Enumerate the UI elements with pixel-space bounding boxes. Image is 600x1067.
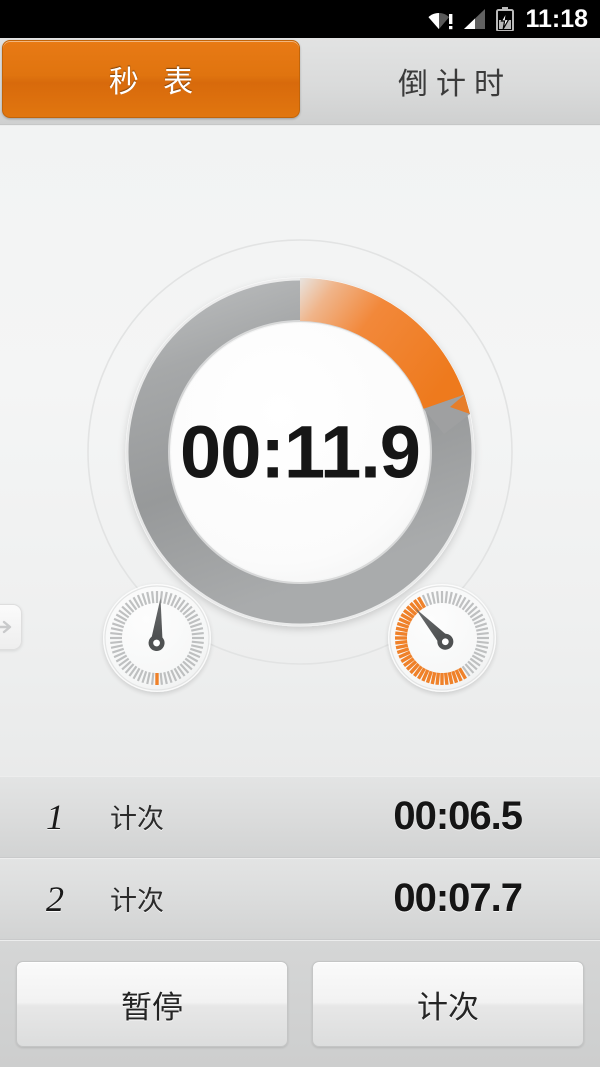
tab-countdown[interactable]: 倒计时 [302, 38, 600, 124]
lap-list: 1 计次 00:06.5 2 计次 00:07.7 [0, 776, 600, 940]
seconds-subdial[interactable] [388, 584, 496, 692]
lap-index: 1 [46, 796, 64, 837]
lap-label: 计次 [110, 804, 164, 834]
minutes-subdial[interactable] [103, 584, 211, 692]
drawer-handle[interactable] [0, 604, 22, 650]
status-bar-clock: 11:18 [525, 4, 588, 33]
status-bar-icons [428, 7, 515, 32]
stopwatch-graphic: 00:11.9 [87, 239, 513, 692]
lap-button[interactable]: 计次 [312, 961, 584, 1047]
wifi-icon [428, 8, 454, 30]
lap-index: 2 [46, 878, 64, 919]
stopwatch-dial-area: 00:11.9 [0, 126, 600, 776]
pause-button[interactable]: 暂停 [16, 961, 288, 1047]
signal-icon [463, 8, 487, 30]
lap-time: 00:07.7 [393, 876, 523, 920]
lap-label: 计次 [110, 886, 164, 916]
tab-bar: 秒 表 倒计时 [0, 38, 600, 125]
arrow-right-icon [0, 618, 16, 636]
table-row[interactable]: 2 计次 00:07.7 [0, 858, 600, 940]
action-bar: 暂停 计次 [0, 941, 600, 1067]
status-bar: 11:18 [0, 0, 600, 38]
battery-charging-icon [496, 7, 515, 32]
lap-time: 00:06.5 [393, 794, 523, 838]
elapsed-time-display: 00:11.9 [180, 411, 420, 494]
tab-stopwatch[interactable]: 秒 表 [2, 40, 300, 118]
table-row[interactable]: 1 计次 00:06.5 [0, 776, 600, 858]
app-window: 11:18 秒 表 倒计时 00:11.9 1 计次 00:06.5 2 计次 … [0, 0, 600, 1067]
